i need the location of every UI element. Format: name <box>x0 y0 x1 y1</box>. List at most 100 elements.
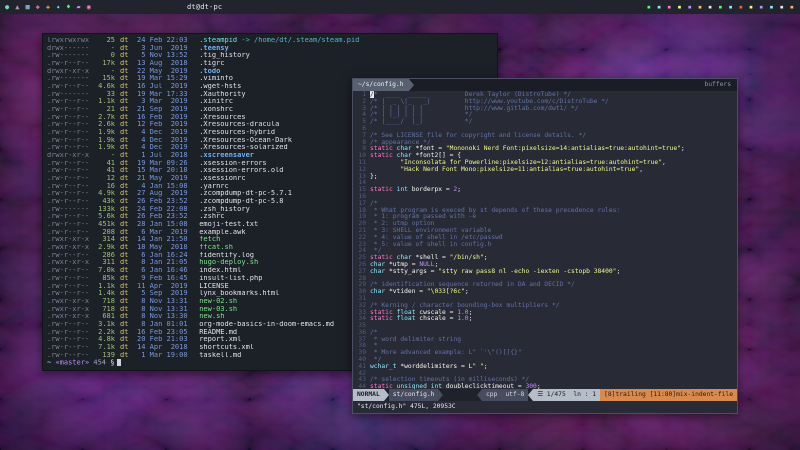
vim-command-line[interactable]: "st/config.h" 475L, 20953C <box>353 401 737 413</box>
file-name: .xsession-errors <box>195 160 267 167</box>
tray-icon[interactable]: ▪ <box>739 0 743 14</box>
workspace-icon[interactable]: ● <box>5 0 9 14</box>
file-date: 3 Mar 2019 <box>137 98 195 106</box>
file-permissions: .rw-r--r-- <box>47 106 93 114</box>
workspace-icon[interactable]: ■ <box>25 0 29 14</box>
code-segment: wchar_t <box>370 363 400 370</box>
tray-icon[interactable]: ▪ <box>728 0 732 14</box>
code-line[interactable]: 23 * 5: value of shell in config.h <box>353 242 737 249</box>
tray-icon[interactable]: ▪ <box>698 0 702 14</box>
vim-editor-terminal-window[interactable]: ~/s/config.h buffers 1/* ____ _____ Dere… <box>352 78 738 414</box>
file-permissions: .rw-r--r-- <box>47 275 93 283</box>
tray-icon[interactable]: ▪ <box>749 0 753 14</box>
file-name: taskell.md <box>195 352 241 359</box>
tray-icon[interactable]: ▪ <box>780 0 784 14</box>
file-name: .wget-hsts <box>195 83 241 90</box>
buffer-tab[interactable]: ~/s/config.h <box>353 79 409 91</box>
file-date: 21 May 2019 <box>137 175 195 183</box>
file-name: LICENSE <box>195 283 229 290</box>
code-text: char *vtiden = "\033[?6c"; <box>370 288 469 295</box>
file-owner: dt <box>120 37 132 45</box>
file-owner: dt <box>120 306 132 314</box>
file-row: .rw-------0dt 5 Nov 13:52 .tig_history <box>47 52 493 60</box>
code-line[interactable]: 16 <box>353 194 737 201</box>
prompt-symbol: § <box>110 359 114 367</box>
code-segment: borderpx = <box>412 186 454 193</box>
file-row: lrwxrwxrwx25dt24 Feb 22:03 .steampid -> … <box>47 37 493 45</box>
workspace-icon[interactable]: ◉ <box>87 0 91 14</box>
workspace-icon[interactable]: ◆ <box>36 0 40 14</box>
tray-icon[interactable]: ▪ <box>718 0 722 14</box>
file-date: 24 Feb 22:03 <box>137 37 195 45</box>
code-line[interactable]: 35 <box>353 323 737 330</box>
file-permissions: .rw------- <box>47 52 93 60</box>
xmobar-top-bar: ● ▲ ■ ◆ ✚ ✦ ♦ ▰ ◉ dt@dt-pc ▪ ▪ ▪ ▪ ▪ ▪ ▪ ▪ ▪ ▪ ▪ ▪ ▪ ▪ ▪ <box>0 0 800 14</box>
file-permissions: .rw-r--r-- <box>47 321 93 329</box>
workspace-icon[interactable]: ▲ <box>15 0 19 14</box>
tray-icon[interactable]: ▪ <box>769 0 773 14</box>
tray-icon[interactable]: ▪ <box>657 0 661 14</box>
file-date: 3 Jun 2019 <box>137 45 195 53</box>
file-size: 133k <box>93 206 115 214</box>
code-line[interactable]: 39 * More advanced example: L" `'\"()[]{… <box>353 350 737 357</box>
file-permissions: .rwxr-xr-x <box>47 259 93 267</box>
file-name: .zshrc <box>195 213 225 220</box>
tray-icon[interactable]: ▪ <box>708 0 712 14</box>
code-line[interactable]: 13}; <box>353 174 737 181</box>
file-name: example.awk <box>195 229 246 236</box>
file-owner: dt <box>120 175 132 183</box>
file-name: .Xresources-dracula <box>195 121 279 128</box>
file-size: - <box>93 152 115 160</box>
workspace-icon[interactable]: ✦ <box>56 0 60 14</box>
tray-icon[interactable]: ▪ <box>667 0 671 14</box>
file-name: .zcompdump-dt-pc-5.8 <box>195 198 284 205</box>
code-segment: ; <box>469 315 473 322</box>
file-name: new-03.sh <box>195 306 237 313</box>
code-segment: ; <box>484 254 488 261</box>
tray-icon[interactable]: ▪ <box>688 0 692 14</box>
file-date: 22 May 2019 <box>137 68 195 76</box>
code-line[interactable]: 41wchar_t *worddelimiters = L" "; <box>353 364 737 371</box>
file-permissions: .rw-r--r-- <box>47 252 93 260</box>
file-permissions: .rw-r--r-- <box>47 98 93 106</box>
code-line[interactable]: 34static float chscale = 1.0; <box>353 316 737 323</box>
file-name: .tigrc <box>195 60 225 67</box>
code-line[interactable]: 30char *vtiden = "\033[?6c"; <box>353 289 737 296</box>
file-size: 33 <box>93 91 115 99</box>
file-name: new.sh <box>195 313 225 320</box>
workspace-icon[interactable]: ✚ <box>46 0 50 14</box>
file-size: 17k <box>93 60 115 68</box>
desktop: ● ▲ ■ ◆ ✚ ✦ ♦ ▰ ◉ dt@dt-pc ▪ ▪ ▪ ▪ ▪ ▪ ▪ ▪ ▪ ▪ ▪ ▪ ▪ ▪ ▪ lrwxr… <box>0 0 800 450</box>
tray-icon[interactable]: ▪ <box>647 0 651 14</box>
file-owner: dt <box>120 283 132 291</box>
tray-icon[interactable]: ▪ <box>677 0 681 14</box>
workspace-icon[interactable]: ▰ <box>77 0 81 14</box>
tray-icon[interactable]: ▪ <box>759 0 763 14</box>
file-permissions: .rw-r--r-- <box>47 329 93 337</box>
tray-icon[interactable]: ▪ <box>790 0 794 14</box>
focused-window-title: dt@dt-pc <box>187 3 222 11</box>
code-segment: *vtiden = <box>389 288 427 295</box>
code-line[interactable]: 12 "Hack Nerd Font Mono:pixelsize=11:ant… <box>353 167 737 174</box>
file-size: 2.9k <box>93 244 115 252</box>
code-area[interactable]: 1/* ____ _____ Derek Taylor (DistroTube)… <box>353 91 737 389</box>
file-size: 21 <box>93 106 115 114</box>
code-segment: char <box>370 268 389 275</box>
code-line[interactable]: 5/* |____/ |_| */ <box>353 119 737 126</box>
file-date: 15 Mar 20:18 <box>137 167 195 175</box>
code-segment: /* |____/ |_| */ <box>370 118 472 125</box>
file-name: .xscreensaver <box>195 152 254 159</box>
file-permissions: .rw-r--r-- <box>47 167 93 175</box>
file-date: 28 Jan 15:08 <box>137 221 195 229</box>
file-owner: dt <box>120 244 132 252</box>
vim-statusline: NORMAL st/config.h cpp utf-8 ☰ 1/475 ln … <box>353 389 737 401</box>
code-line[interactable]: 27char *stty_args = "stty raw pass8 nl -… <box>353 269 737 276</box>
workspace-icon[interactable]: ♦ <box>66 0 70 14</box>
vim-tabline: ~/s/config.h buffers <box>353 79 737 91</box>
file-permissions: .rwxr-xr-x <box>47 306 93 314</box>
code-line[interactable]: 37 * word delimiter string <box>353 337 737 344</box>
code-line[interactable]: 15static int borderpx = 2; <box>353 187 737 194</box>
file-permissions: lrwxrwxrwx <box>47 37 93 45</box>
file-owner: dt <box>120 114 132 122</box>
file-date: 4 Dec 2019 <box>137 129 195 137</box>
